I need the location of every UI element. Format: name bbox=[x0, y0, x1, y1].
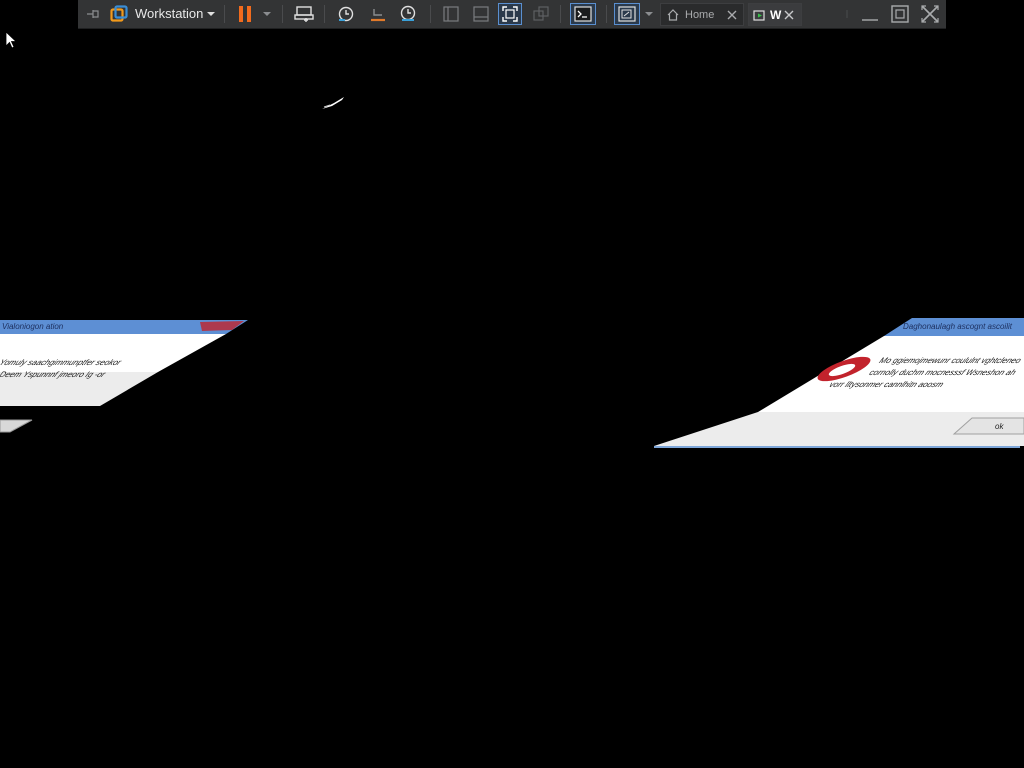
vmware-logo bbox=[108, 3, 130, 25]
console-view-button[interactable] bbox=[570, 3, 596, 25]
fullscreen-icon bbox=[502, 6, 518, 22]
dialog-left-title: Vialoniogon ation bbox=[2, 322, 64, 331]
stretch-guest-icon bbox=[618, 6, 636, 22]
exit-fullscreen-icon bbox=[921, 5, 939, 23]
guest-display[interactable]: Workstation Home W Vialoniogon ation Yom… bbox=[0, 0, 1024, 768]
fullscreen-button[interactable] bbox=[498, 3, 522, 25]
dialog-fragment-left: Vialoniogon ation Yomuly saachgimmunptfe… bbox=[0, 320, 250, 446]
toolbar-separator bbox=[430, 5, 431, 23]
pause-button[interactable] bbox=[234, 3, 256, 25]
workstation-menu-dropdown[interactable] bbox=[204, 3, 218, 25]
vmware-fullscreen-toolbar: Workstation Home W bbox=[78, 0, 946, 29]
minimize-icon bbox=[862, 19, 878, 21]
tab-vm-label: W bbox=[770, 7, 782, 22]
dialog-left-line1: Yomuly saachgimmunptfer seokor bbox=[0, 358, 124, 367]
close-icon[interactable] bbox=[727, 10, 737, 20]
vmware-logo-icon bbox=[110, 5, 128, 22]
restore-button[interactable] bbox=[888, 3, 912, 25]
tab-home-label: Home bbox=[685, 8, 715, 21]
dialog-right-line1: Mo ggiemojmewunr coululnt vghtcleneo bbox=[877, 356, 1024, 365]
revert-snapshot-button[interactable] bbox=[366, 3, 390, 25]
toolbar-separator bbox=[282, 5, 283, 23]
toolbar-separator bbox=[560, 5, 561, 23]
toolbar-separator bbox=[324, 5, 325, 23]
chevron-down-icon bbox=[207, 12, 215, 16]
chevron-down-icon bbox=[263, 12, 271, 16]
thumbnail-bar-button[interactable] bbox=[470, 3, 492, 25]
mouse-cursor bbox=[5, 31, 18, 49]
unity-icon bbox=[533, 6, 549, 21]
minimize-button[interactable] bbox=[858, 3, 882, 25]
dialog-fragment-left-shape bbox=[0, 320, 248, 446]
tab-home[interactable]: Home bbox=[660, 3, 744, 26]
tab-vm[interactable]: W bbox=[748, 3, 802, 26]
dialog-right-line3: vorr lltysonmer cannlhitn aoosm bbox=[827, 380, 946, 389]
dialog-left-line2: Deem Yspunnnf jmeoro Ig -or bbox=[0, 370, 108, 379]
power-options-dropdown[interactable] bbox=[260, 3, 274, 25]
stretch-guest-button[interactable] bbox=[614, 3, 640, 25]
dialog-right-title: Daghonaulagh ascognt ascoilit bbox=[903, 322, 1012, 331]
workstation-menu-label[interactable]: Workstation bbox=[135, 6, 203, 22]
chevron-down-icon bbox=[645, 12, 653, 16]
dialog-fragment-right: Daghonaulagh ascognt ascoilit Mo ggiemoj… bbox=[650, 318, 1024, 450]
close-icon[interactable] bbox=[784, 10, 794, 20]
dialog-right-ok-button[interactable]: ok bbox=[995, 422, 1003, 431]
snapshot-manager-icon bbox=[400, 5, 416, 21]
send-ctrl-alt-del-button[interactable] bbox=[292, 3, 316, 25]
pause-icon bbox=[239, 6, 251, 22]
take-snapshot-icon bbox=[338, 6, 354, 22]
grip-icon bbox=[846, 10, 848, 18]
library-icon bbox=[443, 6, 459, 22]
tab-scroll-handle[interactable] bbox=[842, 3, 852, 25]
thumbnail-bar-icon bbox=[473, 6, 489, 22]
home-icon bbox=[667, 8, 679, 21]
send-ctrl-alt-del-icon bbox=[294, 6, 314, 22]
vm-tab-icon bbox=[753, 9, 765, 21]
pin-toolbar-button[interactable] bbox=[84, 3, 104, 25]
restore-icon bbox=[891, 5, 909, 23]
pin-icon bbox=[87, 10, 99, 18]
toolbar-separator bbox=[606, 5, 607, 23]
revert-snapshot-icon bbox=[371, 9, 385, 22]
take-snapshot-button[interactable] bbox=[334, 3, 358, 25]
exit-fullscreen-button[interactable] bbox=[918, 3, 942, 25]
snapshot-manager-button[interactable] bbox=[396, 3, 420, 25]
stretch-options-dropdown[interactable] bbox=[642, 3, 656, 25]
show-library-button[interactable] bbox=[440, 3, 462, 25]
render-artifact bbox=[322, 97, 344, 109]
toolbar-separator bbox=[224, 5, 225, 23]
console-view-icon bbox=[574, 6, 592, 22]
dialog-right-line2: cornolly duchm mocnesssf Wsneshon ah bbox=[867, 368, 1019, 377]
unity-button[interactable] bbox=[530, 3, 552, 25]
